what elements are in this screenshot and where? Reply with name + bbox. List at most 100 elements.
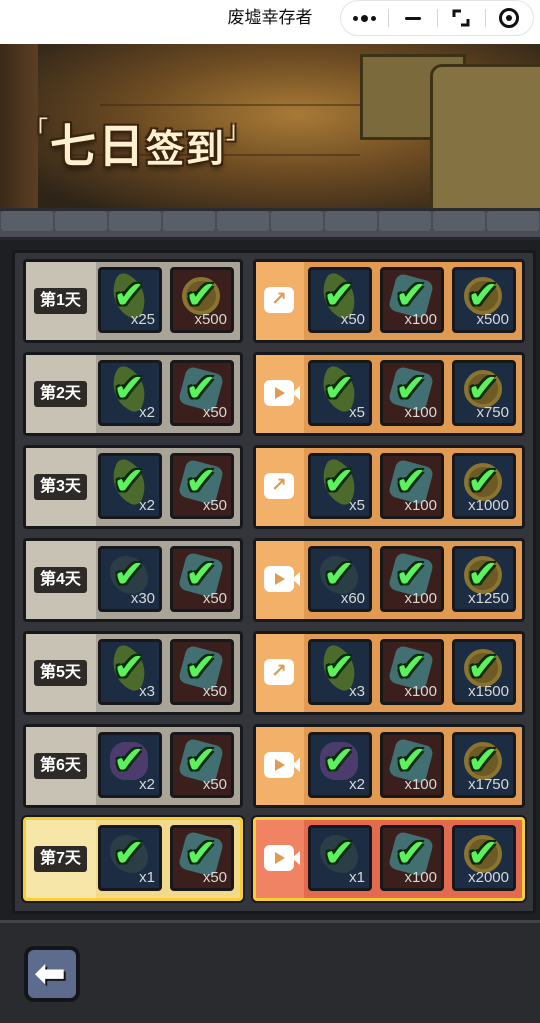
more-icon: [353, 14, 377, 22]
checkmark-icon: ✔: [323, 275, 355, 317]
bonus-reward-card[interactable]: ✔ x60 ✔ x100 ✔ x1250: [253, 538, 525, 622]
page-title: 「七日签到」: [24, 117, 253, 172]
minimize-button[interactable]: [389, 1, 436, 35]
reward-quantity: x1: [349, 869, 365, 886]
switch-button[interactable]: [438, 1, 485, 35]
checkmark-icon: ✔: [185, 461, 217, 503]
reward-quantity: x100: [404, 404, 437, 421]
reward-slot: ✔ x2: [308, 732, 372, 798]
reward-slot: ✔ x50: [170, 546, 234, 612]
share-action[interactable]: [256, 448, 304, 526]
checkmark-icon: ✔: [467, 554, 499, 596]
reward-quantity: x50: [202, 776, 227, 793]
close-button[interactable]: [486, 1, 533, 35]
back-button[interactable]: ⬅: [24, 946, 80, 1002]
reward-slot: ✔ x100: [380, 453, 444, 519]
checkmark-icon: ✔: [323, 740, 355, 782]
reward-slot: ✔ x25: [98, 267, 162, 333]
day-label: 第2天: [34, 381, 87, 407]
reward-quantity: x500: [194, 311, 227, 328]
free-reward-card[interactable]: 第4天 ✔ x30 ✔ x50: [23, 538, 243, 622]
reward-quantity: x1000: [468, 497, 509, 514]
checkmark-icon: ✔: [395, 833, 427, 875]
bonus-reward-card[interactable]: ✔ x5 ✔ x100 ✔ x750: [253, 352, 525, 436]
video-action[interactable]: [256, 820, 304, 898]
reward-quantity: x2: [139, 404, 155, 421]
checkmark-icon: ✔: [323, 554, 355, 596]
reward-quantity: x2: [139, 497, 155, 514]
share-action[interactable]: [256, 634, 304, 712]
day-row: 第6天 ✔ x2 ✔ x50 ✔ x2 ✔ x100 ✔ x1750: [23, 724, 525, 808]
video-action[interactable]: [256, 727, 304, 805]
free-reward-card[interactable]: 第7天 ✔ x1 ✔ x50: [23, 817, 243, 901]
reward-slot: ✔ x3: [308, 639, 372, 705]
checkmark-icon: ✔: [185, 833, 217, 875]
reward-quantity: x30: [130, 590, 155, 607]
bonus-reward-card[interactable]: ✔x5✔x100✔x1000: [253, 445, 525, 529]
reward-slot: ✔ x1: [98, 825, 162, 891]
checkmark-icon: ✔: [395, 275, 427, 317]
share-icon: [264, 287, 294, 313]
reward-slot: ✔ x100: [380, 546, 444, 612]
reward-quantity: x5: [349, 404, 365, 421]
reward-slot: ✔ x5: [308, 453, 372, 519]
day-row: 第7天 ✔ x1 ✔ x50 ✔ x1 ✔ x100 ✔ x2000: [23, 817, 525, 901]
reward-slot: ✔ x1500: [452, 639, 516, 705]
checkmark-icon: ✔: [323, 368, 355, 410]
reward-slot: ✔ x500: [170, 267, 234, 333]
video-icon: [264, 380, 300, 406]
floor-line: [100, 104, 360, 106]
checkmark-icon: ✔: [185, 275, 217, 317]
minimize-icon: [404, 16, 421, 20]
more-button[interactable]: [341, 1, 388, 35]
checkmark-icon: ✔: [395, 740, 427, 782]
reward-slot: ✔ x60: [308, 546, 372, 612]
day-label: 第7天: [34, 846, 87, 872]
bonus-reward-card[interactable]: ✔x3✔x100✔x1500: [253, 631, 525, 715]
bottom-bar: [0, 920, 540, 1023]
free-reward-card[interactable]: 第6天 ✔ x2 ✔ x50: [23, 724, 243, 808]
reward-quantity: x1250: [468, 590, 509, 607]
reward-quantity: x100: [404, 590, 437, 607]
reward-quantity: x50: [202, 404, 227, 421]
reward-quantity: x100: [404, 497, 437, 514]
video-action[interactable]: [256, 355, 304, 433]
checkmark-icon: ✔: [113, 554, 145, 596]
share-action[interactable]: [256, 262, 304, 340]
checkmark-icon: ✔: [467, 833, 499, 875]
bonus-reward-card[interactable]: ✔ x2 ✔ x100 ✔ x1750: [253, 724, 525, 808]
video-icon: [264, 752, 300, 778]
free-reward-card[interactable]: 第1天 ✔ x25 ✔ x500: [23, 259, 243, 343]
reward-quantity: x2: [349, 776, 365, 793]
day-row: 第4天 ✔ x30 ✔ x50 ✔ x60 ✔ x100 ✔ x1250: [23, 538, 525, 622]
free-reward-card[interactable]: 第3天 ✔ x2 ✔ x50: [23, 445, 243, 529]
checkmark-icon: ✔: [113, 368, 145, 410]
free-reward-card[interactable]: 第2天 ✔ x2 ✔ x50: [23, 352, 243, 436]
day-row: 第5天✔x3✔x50✔x3✔x100✔x1500: [23, 631, 525, 715]
checkmark-icon: ✔: [395, 368, 427, 410]
checkmark-icon: ✔: [113, 740, 145, 782]
bonus-reward-card[interactable]: ✔x50✔x100✔x500: [253, 259, 525, 343]
free-reward-card[interactable]: 第5天 ✔ x3 ✔ x50: [23, 631, 243, 715]
reward-slot: ✔ x500: [452, 267, 516, 333]
reward-slot: ✔ x50: [170, 732, 234, 798]
video-icon: [264, 566, 300, 592]
banner: 「七日签到」: [0, 44, 540, 220]
bonus-reward-card[interactable]: ✔ x1 ✔ x100 ✔ x2000: [253, 817, 525, 901]
reward-quantity: x1750: [468, 776, 509, 793]
share-icon: [264, 473, 294, 499]
checkmark-icon: ✔: [467, 647, 499, 689]
video-action[interactable]: [256, 541, 304, 619]
reward-quantity: x50: [202, 497, 227, 514]
checkmark-icon: ✔: [323, 647, 355, 689]
back-arrow-icon: ⬅: [34, 953, 66, 995]
signin-panel: 第1天✔x25✔x500✔x50✔x100✔x500第2天✔x2✔x50✔x5✔…: [12, 250, 536, 914]
day-label: 第6天: [34, 753, 87, 779]
checkmark-icon: ✔: [185, 554, 217, 596]
switch-icon: [452, 9, 470, 27]
checkmark-icon: ✔: [185, 368, 217, 410]
reward-slot: ✔ x50: [170, 453, 234, 519]
day-row: 第1天✔x25✔x500✔x50✔x100✔x500: [23, 259, 525, 343]
reward-quantity: x1500: [468, 683, 509, 700]
reward-slot: ✔ x750: [452, 360, 516, 426]
